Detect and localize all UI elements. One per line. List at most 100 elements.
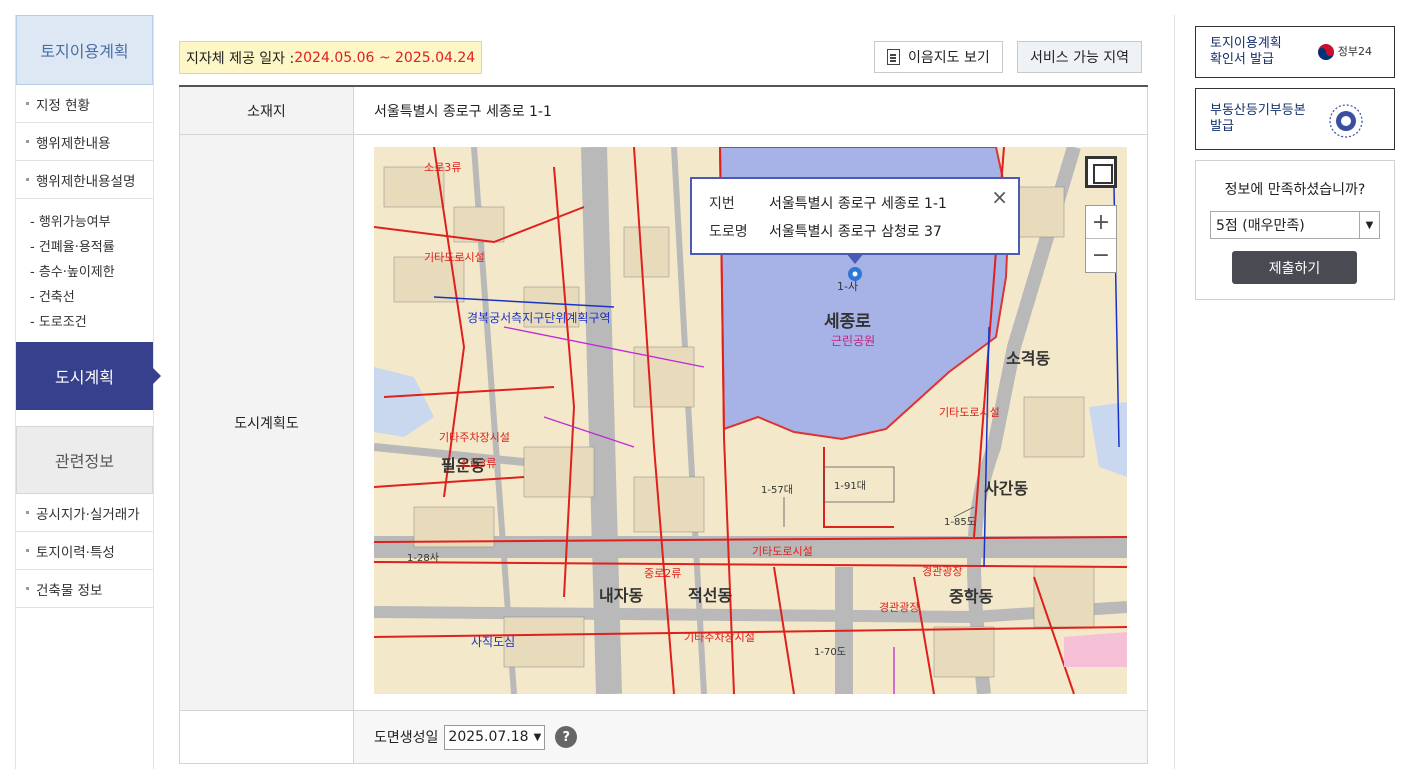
chevron-down-icon: ▼ bbox=[533, 731, 542, 743]
survey-select[interactable]: 5점 (매우만족) ▼ bbox=[1210, 211, 1380, 239]
map-label-road: 기타도로시설 bbox=[424, 251, 485, 264]
period-value: 2024.05.06 ~ 2025.04.24 bbox=[294, 49, 476, 66]
popup-jibun-value: 서울특별시 종로구 세종로 1-1 bbox=[769, 196, 947, 212]
popup-road-value: 서울특별시 종로구 삼청로 37 bbox=[769, 224, 942, 240]
land-plan-cert-button[interactable]: 토지이용계획 확인서 발급 정부24 bbox=[1195, 26, 1395, 78]
sidebar-header[interactable]: 토지이용계획 bbox=[16, 15, 153, 85]
sidebar-sub-item[interactable]: - 건축선 bbox=[30, 283, 153, 308]
sidebar-item-label: 건축물 정보 bbox=[36, 582, 103, 599]
sidebar-sub-item[interactable]: - 층수·높이제한 bbox=[30, 258, 153, 283]
main-content: 지자체 제공 일자 : 2024.05.06 ~ 2025.04.24 이음지도… bbox=[179, 26, 1148, 769]
help-icon[interactable]: ? bbox=[555, 726, 578, 748]
bullet-icon bbox=[26, 549, 29, 552]
related-info-header[interactable]: 관련정보 bbox=[16, 426, 153, 494]
bullet-icon bbox=[26, 140, 29, 143]
survey-question: 정보에 만족하셨습니까? bbox=[1224, 182, 1366, 198]
map-label-road: 기타도로시설 bbox=[752, 545, 813, 558]
map-label-sogyeok: 소격동 bbox=[1006, 349, 1051, 368]
sidebar-item-land-history[interactable]: 토지이력·특성 bbox=[16, 532, 153, 570]
fullscreen-icon[interactable] bbox=[1085, 156, 1117, 188]
info-table: 소재지 서울특별시 종로구 세종로 1-1 도시계획도 세종로 근린공원 1-사… bbox=[179, 85, 1148, 764]
sidebar-item-label: 토지이력·특성 bbox=[36, 544, 115, 561]
plan-map-cell: 세종로 근린공원 1-사 내자동 적선동 사간동 소격동 중학동 필운동 사직도… bbox=[354, 135, 1148, 710]
bullet-icon bbox=[26, 587, 29, 590]
popup-road-row: 도로명 서울특별시 종로구 삼청로 37 bbox=[709, 221, 1018, 241]
land-plan-cert-label: 토지이용계획 확인서 발급 bbox=[1210, 36, 1282, 68]
map-label-road: 소로3류 bbox=[459, 457, 497, 470]
map-label-sajik: 사직도심 bbox=[471, 635, 516, 649]
sidebar-item-label: 행위제한내용 bbox=[36, 135, 111, 152]
zoom-in-button[interactable]: + bbox=[1086, 206, 1116, 239]
sidebar-item-label: 행위제한내용설명 bbox=[36, 173, 136, 190]
map-label-parcel-no: 1-85도 bbox=[944, 517, 976, 528]
zoom-control: + − bbox=[1085, 205, 1117, 273]
satisfaction-survey: 정보에 만족하셨습니까? 5점 (매우만족) ▼ 제출하기 bbox=[1195, 160, 1395, 300]
zoom-out-button[interactable]: − bbox=[1086, 239, 1116, 272]
sidebar-sub-item[interactable]: - 도로조건 bbox=[30, 308, 153, 333]
sidebar-item-label: 공시지가·실거래가 bbox=[36, 506, 140, 523]
cert-line2: 확인서 발급 bbox=[1210, 52, 1274, 67]
registry-copy-button[interactable]: 부동산등기부등본 발급 bbox=[1195, 88, 1395, 150]
bullet-icon bbox=[26, 511, 29, 514]
cert-line1: 토지이용계획 bbox=[1210, 36, 1282, 51]
sidebar-item-restriction-desc[interactable]: 행위제한내용설명 bbox=[16, 161, 153, 199]
map-label-park: 근린공원 bbox=[831, 334, 876, 348]
sidebar-item-designation[interactable]: 지정 현황 bbox=[16, 85, 153, 123]
map-label-parcel: 1-사 bbox=[837, 280, 859, 293]
sidebar-sub-item[interactable]: - 행위가능여부 bbox=[30, 208, 153, 233]
court-seal-icon bbox=[1328, 103, 1364, 144]
sidebar-item-building[interactable]: 건축물 정보 bbox=[16, 570, 153, 608]
registry-line1: 부동산등기부등본 bbox=[1210, 103, 1306, 118]
sidebar-item-urban-plan[interactable]: 도시계획 bbox=[16, 342, 161, 410]
map-label-road: 경관광장 bbox=[879, 601, 920, 614]
popup-tail bbox=[846, 253, 864, 264]
map-label-road: 소로3류 bbox=[424, 161, 462, 174]
map-label-junghak: 중학동 bbox=[949, 587, 994, 606]
location-value: 서울특별시 종로구 세종로 1-1 bbox=[354, 87, 1148, 134]
submit-button[interactable]: 제출하기 bbox=[1232, 251, 1357, 284]
bullet-icon bbox=[26, 178, 29, 181]
parcel-popup: 지번 서울특별시 종로구 세종로 1-1 도로명 서울특별시 종로구 삼청로 3… bbox=[690, 177, 1020, 255]
sidebar-sub-list: - 행위가능여부 - 건폐율·용적률 - 층수·높이제한 - 건축선 - 도로조… bbox=[16, 199, 153, 342]
registry-copy-label: 부동산등기부등본 발급 bbox=[1210, 103, 1306, 135]
gov24-label: 정부24 bbox=[1337, 45, 1372, 58]
provision-period-badge: 지자체 제공 일자 : 2024.05.06 ~ 2025.04.24 bbox=[179, 41, 483, 74]
map-label-road: 기타도로시설 bbox=[939, 406, 1000, 419]
map-label-jeokseon: 적선동 bbox=[688, 586, 733, 605]
date-label: 도면생성일 bbox=[374, 730, 439, 746]
map-label-parcel-no: 1-91대 bbox=[834, 481, 866, 492]
eum-map-button[interactable]: 이음지도 보기 bbox=[874, 41, 1003, 73]
sidebar-sub-item[interactable]: - 건폐율·용적률 bbox=[30, 233, 153, 258]
map-label-parcel-no: 1-57대 bbox=[761, 485, 793, 496]
popup-jibun-row: 지번 서울특별시 종로구 세종로 1-1 bbox=[709, 193, 1018, 213]
right-panel: 토지이용계획 확인서 발급 정부24 부동산등기부등본 발급 정보에 만족하셨습… bbox=[1174, 15, 1427, 769]
table-row: 도면생성일 2025.07.18 ▼ ? bbox=[179, 711, 1148, 764]
period-label: 지자체 제공 일자 : bbox=[186, 50, 295, 67]
bullet-icon bbox=[26, 102, 29, 105]
survey-select-value: 5점 (매우만족) bbox=[1216, 218, 1305, 234]
plan-map-header: 도시계획도 bbox=[179, 135, 354, 710]
map-label-parcel-no: 1-70도 bbox=[814, 647, 846, 658]
table-row: 도시계획도 세종로 근린공원 1-사 내자동 적선동 사간동 소격동 중학동 필… bbox=[179, 135, 1148, 711]
date-cell: 도면생성일 2025.07.18 ▼ ? bbox=[354, 711, 1148, 763]
left-sidebar: 토지이용계획 지정 현황 행위제한내용 행위제한내용설명 - 행위가능여부 - … bbox=[15, 15, 161, 769]
service-area-button[interactable]: 서비스 가능 지역 bbox=[1017, 41, 1143, 73]
popup-road-label: 도로명 bbox=[709, 224, 748, 240]
close-icon[interactable]: × bbox=[991, 185, 1008, 209]
sidebar-item-label: 도시계획 bbox=[55, 368, 114, 387]
eum-map-label: 이음지도 보기 bbox=[908, 50, 990, 66]
date-select-value: 2025.07.18 bbox=[448, 729, 529, 745]
map-label-sagan: 사간동 bbox=[984, 479, 1029, 498]
urban-plan-map[interactable]: 세종로 근린공원 1-사 내자동 적선동 사간동 소격동 중학동 필운동 사직도… bbox=[374, 147, 1127, 694]
sidebar-item-land-price[interactable]: 공시지가·실거래가 bbox=[16, 494, 153, 532]
sidebar-item-label: 지정 현황 bbox=[36, 97, 90, 114]
taegeuk-icon bbox=[1317, 44, 1334, 60]
sidebar-item-restriction[interactable]: 행위제한내용 bbox=[16, 123, 153, 161]
table-row: 소재지 서울특별시 종로구 세종로 1-1 bbox=[179, 87, 1148, 135]
map-label-sejongro: 세종로 bbox=[824, 312, 871, 332]
date-select[interactable]: 2025.07.18 ▼ bbox=[444, 724, 546, 750]
supreme-court-icon bbox=[1329, 104, 1363, 138]
map-label-road: 기타주차장시설 bbox=[439, 431, 510, 444]
empty-header bbox=[179, 711, 354, 763]
chevron-down-icon: ▼ bbox=[1359, 212, 1379, 238]
